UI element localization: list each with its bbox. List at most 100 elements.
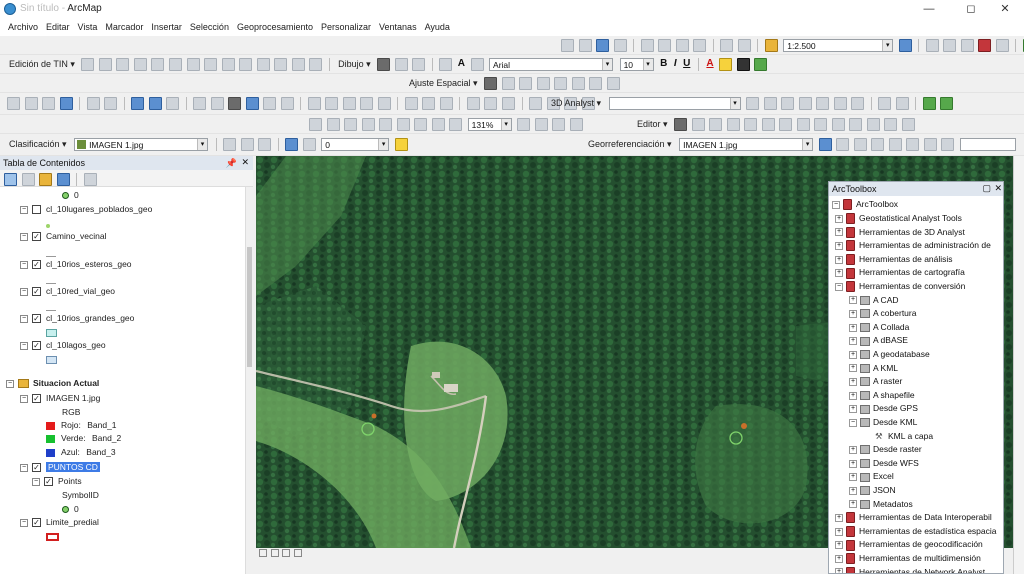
text-tool-icon[interactable]: A	[458, 58, 465, 69]
list-by-source-icon[interactable]	[21, 173, 35, 186]
collapse-icon[interactable]: −	[20, 314, 28, 323]
bold-button[interactable]: B	[660, 58, 667, 69]
identity-link-icon[interactable]	[554, 77, 568, 90]
toolbox-item-herramientas-de-administraci-n-de[interactable]: + Herramientas de administración de	[835, 239, 991, 252]
select-by-graphics-icon[interactable]	[166, 97, 180, 110]
layout-zoom-icon[interactable]	[309, 118, 322, 131]
toolbox-item-metadatos[interactable]: + Metadatos	[849, 498, 913, 511]
end-point-arc-icon[interactable]	[726, 118, 740, 131]
edit-annotation-icon[interactable]	[691, 118, 705, 131]
effects-icon[interactable]	[285, 138, 299, 151]
close-button[interactable]: ✕	[992, 1, 1018, 17]
expand-icon[interactable]: +	[835, 214, 843, 223]
collapse-icon[interactable]: −	[20, 287, 28, 296]
forward-extent-icon[interactable]	[148, 97, 162, 110]
auto-registration-icon[interactable]	[906, 138, 920, 151]
georef-layer-combo[interactable]: IMAGEN 1.jpg ▾	[679, 138, 814, 151]
back-extent-icon[interactable]	[131, 97, 145, 110]
tin-tool-icon[interactable]	[81, 58, 95, 71]
expand-icon[interactable]: +	[835, 513, 843, 522]
layout-tool-icon[interactable]	[529, 97, 543, 110]
menu-item-editar[interactable]: Editar	[42, 18, 74, 32]
3d-analyst-menu[interactable]: 3D Analyst ▾	[551, 98, 601, 109]
visibility-checkbox[interactable]: ✓	[32, 232, 41, 242]
html-popup-icon[interactable]	[280, 97, 294, 110]
tin-tool-icon[interactable]	[204, 58, 218, 71]
options-icon[interactable]	[83, 173, 97, 186]
toolbox-item-a-geodatabase[interactable]: + A geodatabase	[849, 348, 930, 361]
create-viewer-icon[interactable]	[439, 97, 453, 110]
spatial-adjustment-menu[interactable]: Ajuste Espacial ▾	[409, 78, 478, 89]
layout-zoom-icon[interactable]	[326, 118, 340, 131]
tin-tool-icon[interactable]	[116, 58, 130, 71]
cut-polygons-icon[interactable]	[814, 118, 828, 131]
toolbox-item-desde-gps[interactable]: + Desde GPS	[849, 402, 918, 415]
list-by-selection-icon[interactable]	[56, 173, 70, 186]
expand-icon[interactable]: +	[835, 554, 843, 563]
visibility-checkbox[interactable]: ✓	[32, 341, 41, 351]
attribute-transfer-icon[interactable]	[606, 77, 620, 90]
collapse-icon[interactable]: −	[20, 260, 28, 269]
expand-icon[interactable]: +	[835, 568, 843, 573]
collapse-icon[interactable]: −	[20, 232, 28, 241]
toc-layer-cl-10rios-esteros-geo[interactable]: − ✓ cl_10rios_esteros_geo	[20, 259, 132, 270]
trace-icon[interactable]	[744, 118, 758, 131]
toolbox-item-geostatistical-analyst-tools[interactable]: + Geostatistical Analyst Tools	[835, 212, 962, 225]
tin-tool-icon[interactable]	[291, 58, 305, 71]
zoom-percent-combo[interactable]: 131% ▾	[467, 118, 512, 131]
straight-segment-icon[interactable]	[709, 118, 723, 131]
edit-tool-icon[interactable]	[674, 118, 688, 131]
layout-zoom-icon[interactable]	[414, 118, 428, 131]
toc-layer-imagen-1-jpg[interactable]: − ✓ IMAGEN 1.jpg	[20, 393, 100, 404]
layout-zoom-icon[interactable]	[449, 118, 463, 131]
expand-icon[interactable]: +	[849, 486, 857, 495]
maximize-button[interactable]: ◻	[958, 1, 984, 17]
data-view-icon[interactable]	[259, 549, 267, 557]
view-links-icon[interactable]	[923, 138, 937, 151]
3d-tool-icon[interactable]	[833, 97, 847, 110]
create-features-icon[interactable]	[901, 118, 915, 131]
3d-layer-combo[interactable]: ▾	[608, 97, 741, 110]
rotate-icon[interactable]	[394, 58, 408, 71]
classification-menu[interactable]: Clasificación ▾	[9, 139, 67, 150]
layout-view-icon[interactable]	[270, 549, 279, 557]
right-scrollbar[interactable]	[1013, 156, 1024, 574]
layout-pan-icon[interactable]	[344, 118, 358, 131]
menu-item-archivo[interactable]: Archivo	[0, 18, 42, 32]
font-color-icon[interactable]: A	[706, 58, 713, 69]
binoculars-icon[interactable]	[325, 97, 339, 110]
minimize-button[interactable]: —	[916, 1, 942, 17]
shift-icon[interactable]	[836, 138, 850, 151]
toolbox-item-a-raster[interactable]: + A raster	[849, 375, 902, 388]
collapse-icon[interactable]: −	[6, 379, 14, 388]
add-control-points-icon[interactable]	[871, 138, 885, 151]
fixed-zoom-out-icon[interactable]	[104, 97, 118, 110]
modify-link-icon[interactable]	[519, 77, 533, 90]
maximize-icon[interactable]: ▢	[982, 183, 991, 194]
toolbox-item-herramientas-de-estad-stica-espacia[interactable]: + Herramientas de estadística espacia	[835, 525, 997, 538]
limited-adjustment-icon[interactable]	[571, 77, 585, 90]
expand-icon[interactable]: +	[835, 241, 843, 250]
toc-layer-cl-10rios-grandes-geo[interactable]: − ✓ cl_10rios_grandes_geo	[20, 313, 134, 324]
toolbox-item-a-dbase[interactable]: + A dBASE	[849, 334, 908, 347]
select-features-icon[interactable]	[193, 97, 207, 110]
toolbox-item-json[interactable]: + JSON	[849, 484, 896, 497]
visibility-checkbox[interactable]: ✓	[32, 518, 41, 528]
expand-icon[interactable]: +	[835, 527, 843, 536]
layout-tool-icon[interactable]	[501, 97, 515, 110]
3d-tool-icon[interactable]	[851, 97, 865, 110]
toolbox-item-kml-a-capa[interactable]: ⚒ KML a capa	[875, 430, 933, 443]
expand-icon[interactable]: +	[849, 337, 857, 346]
rectangle-icon[interactable]	[439, 58, 453, 71]
toolbox-item-a-collada[interactable]: + A Collada	[849, 321, 909, 334]
scale-icon[interactable]	[853, 138, 867, 151]
toolbox-item-herramientas-de-cartograf-a[interactable]: + Herramientas de cartografía	[835, 266, 965, 279]
visibility-checkbox[interactable]: ✓	[32, 260, 41, 270]
toolbox-item-desde-wfs[interactable]: + Desde WFS	[849, 457, 919, 470]
new-document-icon[interactable]	[561, 39, 574, 52]
fixed-zoom-in-icon[interactable]	[86, 97, 100, 110]
print-icon[interactable]	[613, 39, 627, 52]
layout-tool-icon[interactable]	[484, 97, 498, 110]
tin-edit-menu[interactable]: Edición de TIN ▾	[9, 59, 75, 70]
layout-zoom-icon[interactable]	[361, 118, 375, 131]
